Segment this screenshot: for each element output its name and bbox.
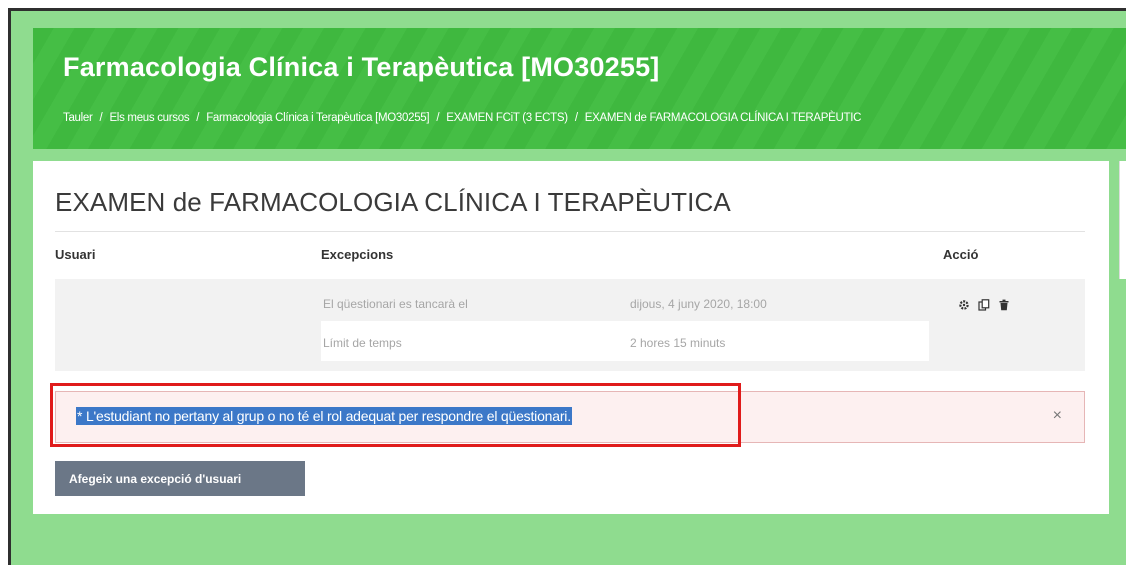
error-alert: * L'estudiant no pertany al grup o no té… bbox=[55, 391, 1085, 443]
exception-label-close-date: El qüestionari es tancarà el bbox=[323, 297, 468, 311]
course-header: Farmacologia Clínica i Terapèutica [MO30… bbox=[33, 28, 1126, 149]
course-title: Farmacologia Clínica i Terapèutica [MO30… bbox=[63, 52, 660, 82]
column-header-action: Acció bbox=[943, 247, 979, 262]
column-header-user: Usuari bbox=[55, 247, 96, 262]
alert-message: * L'estudiant no pertany al grup o no té… bbox=[76, 407, 572, 425]
browser-viewport: Farmacologia Clínica i Terapèutica [MO30… bbox=[8, 8, 1126, 565]
close-icon[interactable]: × bbox=[1053, 407, 1062, 425]
side-block bbox=[1119, 161, 1126, 279]
breadcrumb-separator: / bbox=[574, 112, 578, 124]
breadcrumb-item-section[interactable]: EXAMEN FCiT (3 ECTS) bbox=[446, 112, 568, 124]
breadcrumb-item-course[interactable]: Farmacologia Clínica i Terapèutica [MO30… bbox=[206, 112, 429, 124]
gear-icon[interactable] bbox=[958, 299, 970, 311]
exception-label-time-limit: Límit de temps bbox=[323, 336, 402, 350]
main-content-card: EXAMEN de FARMACOLOGIA CLÍNICA I TERAPÈU… bbox=[33, 161, 1109, 514]
breadcrumb-item-quiz[interactable]: EXAMEN de FARMACOLOGIA CLÍNICA I TERAPÈU… bbox=[585, 112, 862, 124]
breadcrumb-separator: / bbox=[436, 112, 440, 124]
trash-icon[interactable] bbox=[998, 299, 1010, 311]
exception-value-close-date: dijous, 4 juny 2020, 18:00 bbox=[630, 297, 767, 311]
exception-value-time-limit: 2 hores 15 minuts bbox=[630, 336, 726, 350]
quiz-title: EXAMEN de FARMACOLOGIA CLÍNICA I TERAPÈU… bbox=[55, 187, 731, 217]
breadcrumb-item-my-courses[interactable]: Els meus cursos bbox=[109, 112, 189, 124]
breadcrumb-item-tauler[interactable]: Tauler bbox=[63, 112, 93, 124]
row-actions bbox=[958, 299, 1010, 311]
breadcrumb-separator: / bbox=[196, 112, 200, 124]
breadcrumb-separator: / bbox=[99, 112, 103, 124]
exception-subrow-background bbox=[321, 321, 929, 361]
column-header-exceptions: Excepcions bbox=[321, 247, 394, 262]
add-user-exception-button[interactable]: Afegeix una excepció d'usuari bbox=[55, 461, 305, 496]
breadcrumb: Tauler / Els meus cursos / Farmacologia Clín… bbox=[63, 112, 861, 124]
title-divider bbox=[55, 231, 1085, 232]
copy-icon[interactable] bbox=[978, 299, 990, 311]
